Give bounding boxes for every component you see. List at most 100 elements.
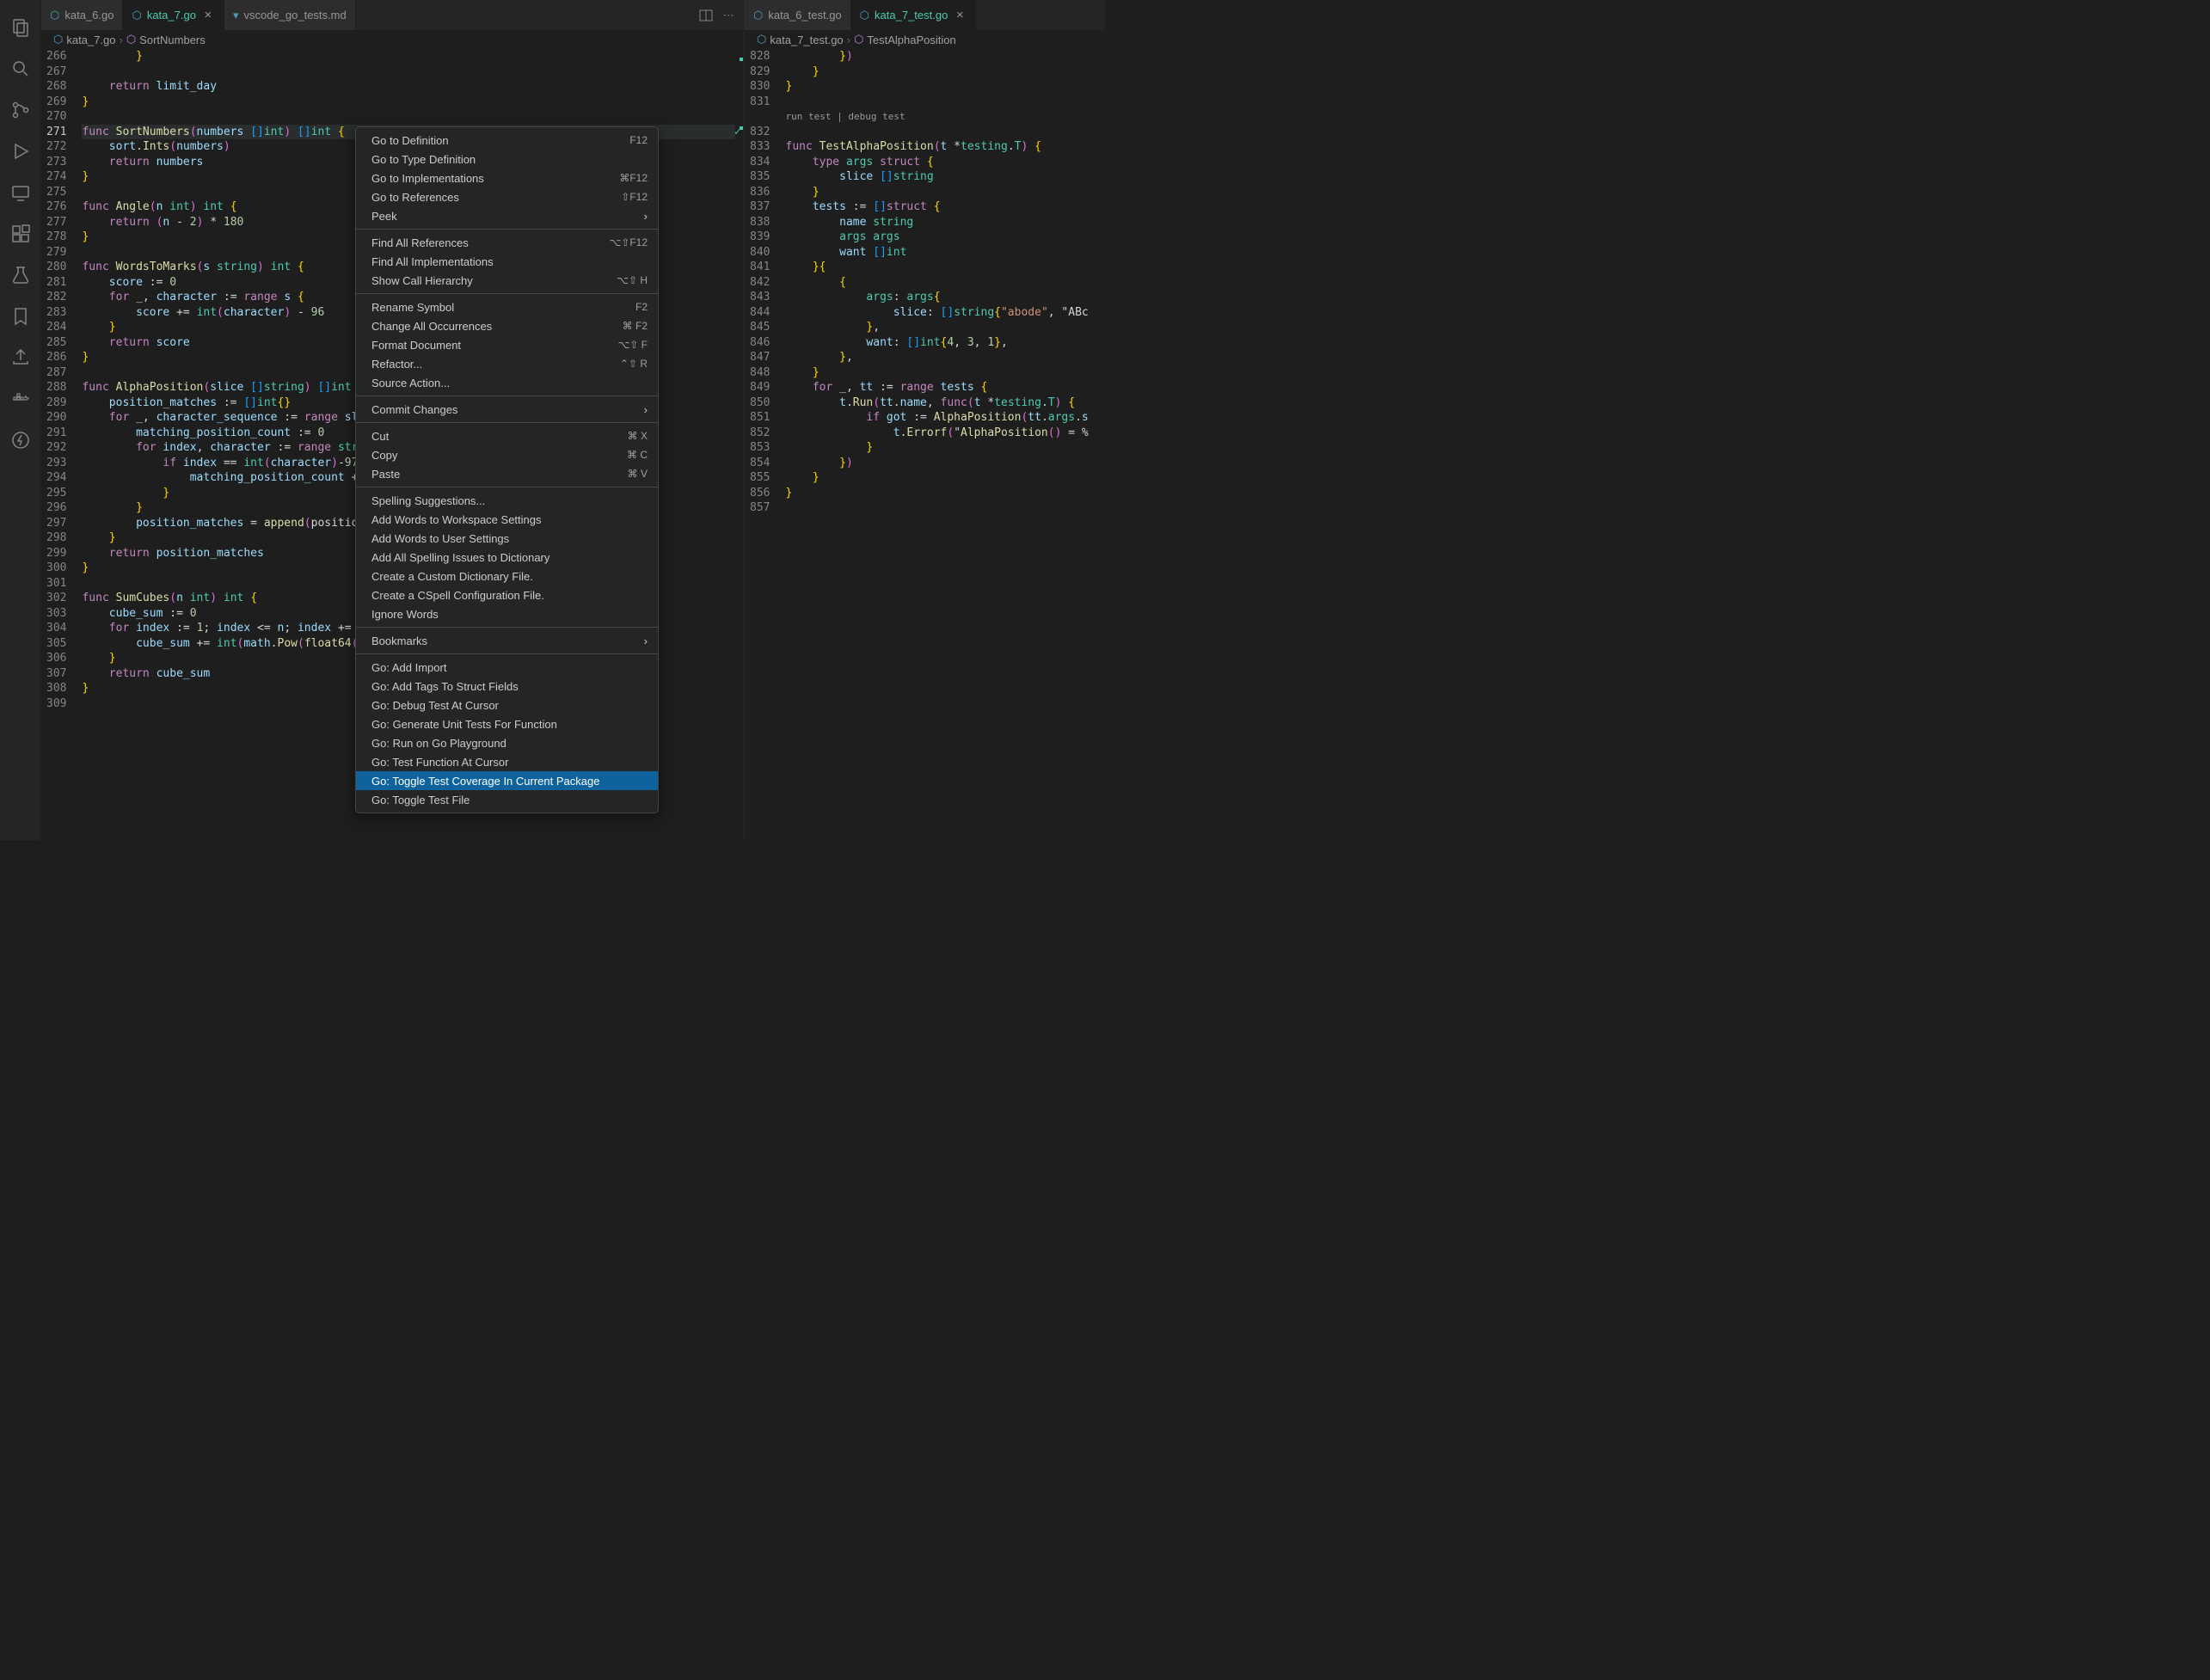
code-line[interactable]: }: [786, 470, 1106, 486]
code-line[interactable]: want: []int{4, 3, 1},: [786, 335, 1106, 351]
menu-item-go-toggle-test-file[interactable]: Go: Toggle Test File: [356, 790, 658, 809]
breadcrumb-left[interactable]: ⬡ kata_7.go › ⬡ SortNumbers: [41, 30, 744, 49]
menu-item-go-to-references[interactable]: Go to References⇧F12: [356, 187, 658, 206]
menu-item-go-to-implementations[interactable]: Go to Implementations⌘F12: [356, 169, 658, 187]
menu-label: Go to Definition: [371, 134, 449, 147]
menu-item-bookmarks[interactable]: Bookmarks›: [356, 631, 658, 650]
tab-kata_6_test-go[interactable]: ⬡kata_6_test.go: [745, 0, 851, 30]
menu-separator: [356, 293, 658, 294]
code-line[interactable]: return limit_day: [82, 79, 735, 95]
code-line[interactable]: args args: [786, 230, 1106, 245]
menu-shortcut: ⌥⇧F12: [609, 236, 648, 248]
code-line[interactable]: [82, 109, 735, 125]
code-line[interactable]: }: [786, 185, 1106, 200]
menu-item-go-generate-unit-tests-for-function[interactable]: Go: Generate Unit Tests For Function: [356, 714, 658, 733]
menu-label: Format Document: [371, 339, 461, 352]
menu-label: Go: Toggle Test Coverage In Current Pack…: [371, 775, 599, 788]
share-icon[interactable]: [0, 337, 41, 378]
code-line[interactable]: }): [786, 456, 1106, 471]
code-line[interactable]: }: [786, 440, 1106, 456]
menu-item-ignore-words[interactable]: Ignore Words: [356, 604, 658, 623]
source-control-icon[interactable]: [0, 89, 41, 131]
menu-item-format-document[interactable]: Format Document⌥⇧ F: [356, 335, 658, 354]
test-pass-icon[interactable]: ✓: [734, 125, 740, 140]
code-line[interactable]: type args struct {: [786, 155, 1106, 170]
more-icon[interactable]: ⋯: [720, 7, 737, 24]
menu-item-go-to-type-definition[interactable]: Go to Type Definition: [356, 150, 658, 169]
menu-item-go-toggle-test-coverage-in-current-package[interactable]: Go: Toggle Test Coverage In Current Pack…: [356, 771, 658, 790]
menu-item-go-test-function-at-cursor[interactable]: Go: Test Function At Cursor: [356, 752, 658, 771]
menu-item-copy[interactable]: Copy⌘ C: [356, 445, 658, 464]
menu-item-add-all-spelling-issues-to-dictionary[interactable]: Add All Spelling Issues to Dictionary: [356, 548, 658, 567]
menu-item-go-run-on-go-playground[interactable]: Go: Run on Go Playground: [356, 733, 658, 752]
code-line[interactable]: }: [786, 486, 1106, 501]
code-line[interactable]: }): [786, 49, 1106, 64]
close-icon[interactable]: ×: [201, 8, 215, 22]
code-line[interactable]: args: args{: [786, 290, 1106, 305]
menu-item-go-to-definition[interactable]: Go to DefinitionF12: [356, 131, 658, 150]
menu-item-commit-changes[interactable]: Commit Changes›: [356, 400, 658, 419]
search-icon[interactable]: [0, 48, 41, 89]
code-line[interactable]: }: [786, 79, 1106, 95]
close-icon[interactable]: ×: [953, 8, 967, 22]
menu-item-paste[interactable]: Paste⌘ V: [356, 464, 658, 483]
explorer-icon[interactable]: [0, 7, 41, 48]
editor-right[interactable]: 828829830831 ✓83283383483583683783883984…: [745, 49, 1105, 840]
menu-item-rename-symbol[interactable]: Rename SymbolF2: [356, 297, 658, 316]
docker-icon[interactable]: [0, 378, 41, 420]
menu-item-go-add-tags-to-struct-fields[interactable]: Go: Add Tags To Struct Fields: [356, 677, 658, 696]
tab-kata_6-go[interactable]: ⬡kata_6.go: [41, 0, 123, 30]
code-line[interactable]: },: [786, 350, 1106, 365]
code-line[interactable]: [786, 125, 1106, 140]
breadcrumb-right[interactable]: ⬡ kata_7_test.go › ⬡ TestAlphaPosition: [745, 30, 1105, 49]
code-line[interactable]: }: [786, 64, 1106, 80]
menu-item-add-words-to-user-settings[interactable]: Add Words to User Settings: [356, 529, 658, 548]
menu-item-go-add-import[interactable]: Go: Add Import: [356, 658, 658, 677]
menu-item-create-a-cspell-configuration-file[interactable]: Create a CSpell Configuration File.: [356, 586, 658, 604]
tab-label: vscode_go_tests.md: [243, 9, 346, 21]
code-line[interactable]: [82, 64, 735, 80]
code-line[interactable]: slice []string: [786, 169, 1106, 185]
tab-vscode_go_tests-md[interactable]: ▾vscode_go_tests.md: [224, 0, 356, 30]
code-line[interactable]: }{: [786, 260, 1106, 275]
menu-item-cut[interactable]: Cut⌘ X: [356, 426, 658, 445]
code-line[interactable]: for _, tt := range tests {: [786, 380, 1106, 395]
menu-item-add-words-to-workspace-settings[interactable]: Add Words to Workspace Settings: [356, 510, 658, 529]
code-line[interactable]: }: [82, 49, 735, 64]
code-line[interactable]: t.Errorf("AlphaPosition() = %: [786, 426, 1106, 441]
menu-item-show-call-hierarchy[interactable]: Show Call Hierarchy⌥⇧ H: [356, 271, 658, 290]
code-line[interactable]: func TestAlphaPosition(t *testing.T) {: [786, 139, 1106, 155]
run-debug-icon[interactable]: [0, 131, 41, 172]
minimap-left[interactable]: [735, 49, 744, 840]
menu-item-change-all-occurrences[interactable]: Change All Occurrences⌘ F2: [356, 316, 658, 335]
code-line[interactable]: }: [82, 95, 735, 110]
code-line[interactable]: },: [786, 320, 1106, 335]
tab-kata_7-go[interactable]: ⬡kata_7.go×: [123, 0, 224, 30]
split-editor-icon[interactable]: [697, 7, 715, 24]
menu-item-refactor[interactable]: Refactor...⌃⇧ R: [356, 354, 658, 373]
tab-kata_7_test-go[interactable]: ⬡kata_7_test.go×: [851, 0, 977, 30]
code-line[interactable]: name string: [786, 215, 1106, 230]
code-line[interactable]: want []int: [786, 245, 1106, 261]
code-line[interactable]: [786, 95, 1106, 110]
menu-item-create-a-custom-dictionary-file[interactable]: Create a Custom Dictionary File.: [356, 567, 658, 586]
testing-icon[interactable]: [0, 254, 41, 296]
menu-item-find-all-implementations[interactable]: Find All Implementations: [356, 252, 658, 271]
code-line[interactable]: {: [786, 275, 1106, 291]
code-line[interactable]: t.Run(tt.name, func(t *testing.T) {: [786, 395, 1106, 411]
bookmarks-icon[interactable]: [0, 296, 41, 337]
code-line[interactable]: tests := []struct {: [786, 199, 1106, 215]
menu-item-find-all-references[interactable]: Find All References⌥⇧F12: [356, 233, 658, 252]
code-line[interactable]: slice: []string{"abode", "ABc: [786, 305, 1106, 321]
codelens[interactable]: run test | debug test: [786, 109, 1106, 125]
menu-item-source-action[interactable]: Source Action...: [356, 373, 658, 392]
menu-item-spelling-suggestions[interactable]: Spelling Suggestions...: [356, 491, 658, 510]
code-line[interactable]: [786, 500, 1106, 516]
code-line[interactable]: if got := AlphaPosition(tt.args.s: [786, 410, 1106, 426]
extensions-icon[interactable]: [0, 213, 41, 254]
menu-item-peek[interactable]: Peek›: [356, 206, 658, 225]
thunder-icon[interactable]: [0, 420, 41, 461]
code-line[interactable]: }: [786, 365, 1106, 381]
menu-item-go-debug-test-at-cursor[interactable]: Go: Debug Test At Cursor: [356, 696, 658, 714]
remote-explorer-icon[interactable]: [0, 172, 41, 213]
